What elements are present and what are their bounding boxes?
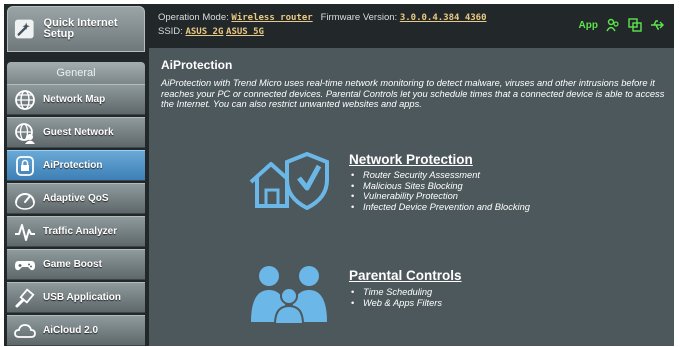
network-protection-icon[interactable]: [249, 152, 331, 210]
firmware-label: Firmware Version:: [320, 12, 398, 23]
page-title: AiProtection: [161, 58, 233, 72]
quick-internet-setup-button[interactable]: Quick Internet Setup: [7, 6, 145, 52]
ssid-5g-link[interactable]: ASUS_5G: [226, 27, 264, 37]
operation-mode-link[interactable]: Wireless router: [231, 13, 312, 23]
sidebar-item-aicloud[interactable]: AiCloud 2.0: [7, 315, 145, 346]
sidebar-item-label: AiProtection: [43, 160, 103, 171]
globe-icon: [15, 89, 35, 110]
operation-mode-line: Operation Mode: Wireless router Firmware…: [158, 12, 487, 23]
sidebar: Quick Internet Setup General Network Map…: [7, 6, 145, 346]
parental-controls-list: Time Scheduling Web & Apps Filters: [351, 287, 442, 308]
general-section-header: General: [7, 62, 145, 84]
sidebar-item-usb-application[interactable]: USB Application: [7, 282, 145, 313]
header-status-icons: App: [579, 18, 664, 32]
sidebar-item-adaptive-qos[interactable]: Adaptive QoS: [7, 183, 145, 214]
sidebar-item-aiprotection[interactable]: AiProtection: [7, 150, 145, 181]
sidebar-item-network-map[interactable]: Network Map: [7, 84, 145, 115]
network-protection-link[interactable]: Network Protection: [349, 152, 473, 167]
app-link[interactable]: App: [579, 20, 598, 31]
sidebar-item-label: Game Boost: [43, 259, 102, 270]
list-item: Time Scheduling: [351, 287, 442, 298]
ssid-label: SSID:: [158, 26, 183, 37]
ssid-2g-link[interactable]: ASUS_2G: [185, 27, 223, 37]
setup-wand-icon: [14, 19, 34, 39]
gamepad-icon: [15, 260, 35, 270]
aiprotection-panel: AiProtection AiProtection with Trend Mic…: [149, 48, 674, 346]
list-item: Malicious Sites Blocking: [351, 181, 530, 192]
firmware-version-link[interactable]: 3.0.0.4.384_4360: [400, 13, 487, 23]
usb-status-icon[interactable]: [650, 18, 664, 32]
sidebar-item-label: AiCloud 2.0: [43, 325, 99, 336]
ssid-line: SSID: ASUS_2G ASUS_5G: [158, 26, 264, 37]
sidebar-item-label: USB Application: [43, 292, 121, 303]
pulse-icon: [15, 223, 35, 241]
quick-setup-label: Quick Internet Setup: [43, 17, 118, 40]
gauge-icon: [15, 192, 35, 210]
cloud-icon: [14, 323, 36, 338]
parental-controls-link[interactable]: Parental Controls: [349, 268, 462, 283]
list-item: Vulnerability Protection: [351, 191, 530, 202]
usb-icon: [15, 287, 35, 307]
network-status-icon[interactable]: [628, 18, 642, 32]
sidebar-item-label: Traffic Analyzer: [43, 226, 118, 237]
sidebar-item-label: Network Map: [43, 94, 106, 105]
sidebar-item-game-boost[interactable]: Game Boost: [7, 249, 145, 280]
guest-globe-icon: [15, 122, 35, 144]
page-description: AiProtection with Trend Micro uses real-…: [161, 78, 665, 110]
list-item: Web & Apps Filters: [351, 298, 442, 309]
list-item: Infected Device Prevention and Blocking: [351, 202, 530, 213]
sidebar-item-guest-network[interactable]: Guest Network: [7, 117, 145, 148]
operation-mode-label: Operation Mode:: [158, 12, 229, 23]
list-item: Router Security Assessment: [351, 170, 530, 181]
client-users-icon[interactable]: [606, 18, 620, 32]
router-admin-window: Quick Internet Setup General Network Map…: [4, 4, 674, 346]
sidebar-item-traffic-analyzer[interactable]: Traffic Analyzer: [7, 216, 145, 247]
parental-controls-icon[interactable]: [247, 264, 331, 324]
status-header: Operation Mode: Wireless router Firmware…: [150, 4, 674, 48]
lock-icon: [16, 155, 34, 176]
sidebar-item-label: Adaptive QoS: [43, 193, 109, 204]
network-protection-list: Router Security Assessment Malicious Sit…: [351, 170, 530, 212]
sidebar-item-label: Guest Network: [43, 127, 114, 138]
